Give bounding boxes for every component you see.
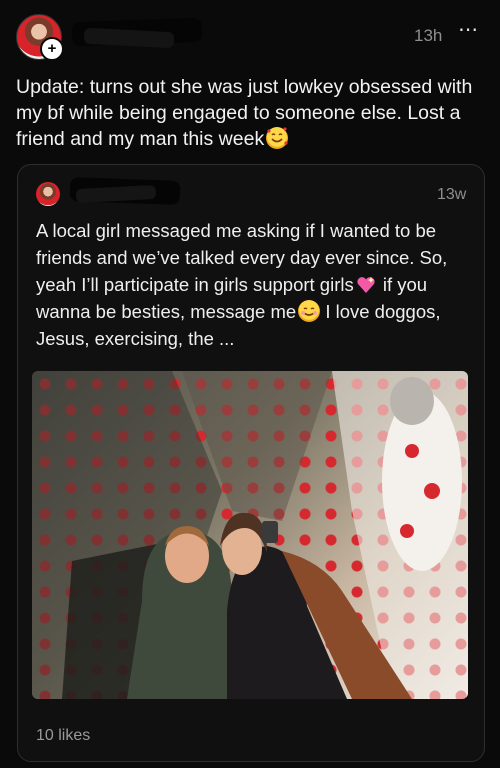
more-icon[interactable]: ⋯ — [458, 20, 479, 40]
quoted-author-avatar[interactable] — [36, 182, 60, 206]
post-timestamp: 13h — [414, 26, 443, 45]
smiling-face-emoji — [298, 300, 321, 322]
quoted-post-text: A local girl messaged me asking if I wan… — [36, 217, 466, 352]
quoted-post-card[interactable]: 13w A local girl messaged me asking if I… — [17, 164, 485, 762]
post-author-avatar[interactable]: + — [16, 14, 64, 61]
likes-count[interactable]: 10 likes — [36, 727, 90, 745]
post-text: Update: turns out she was just lowkey ob… — [16, 74, 484, 152]
post-text-content: Update: turns out she was just lowkey ob… — [16, 76, 473, 150]
quoted-post-timestamp: 13w — [437, 186, 467, 203]
follow-plus-button[interactable]: + — [40, 37, 64, 61]
smiling-face-with-hearts-emoji — [266, 127, 289, 149]
post-photo[interactable] — [32, 371, 468, 699]
sparkling-heart-emoji — [357, 277, 375, 293]
photo-illustration — [32, 371, 468, 699]
